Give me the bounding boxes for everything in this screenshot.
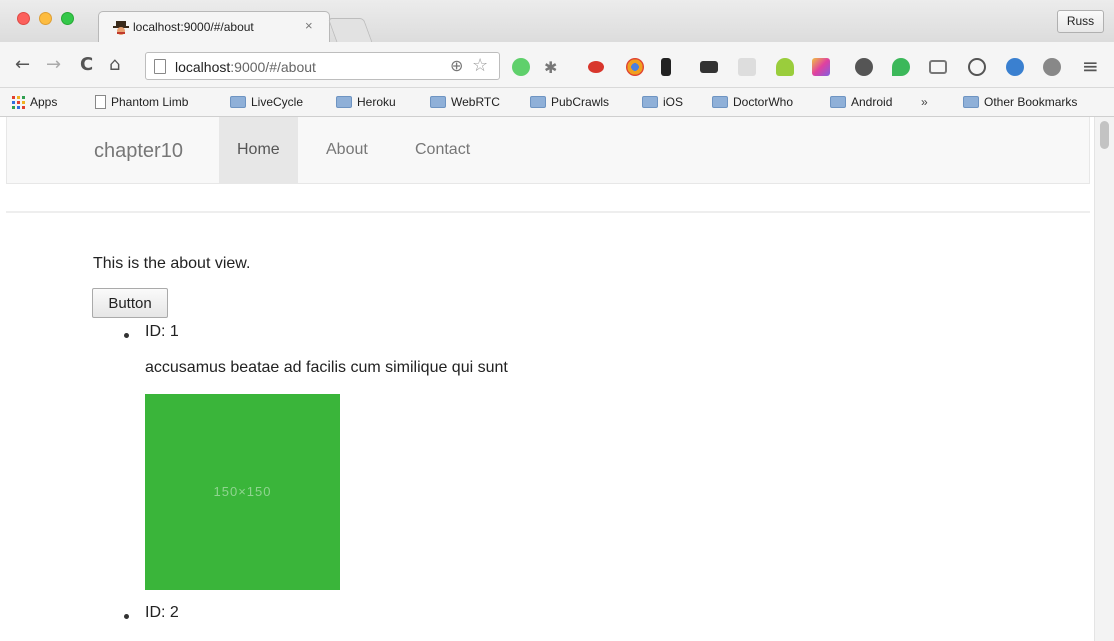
extension-android-icon[interactable] (776, 58, 794, 76)
folder-icon (712, 96, 728, 108)
page-icon (95, 95, 106, 109)
page-button[interactable]: Button (92, 288, 168, 318)
page-scrollbar[interactable] (1094, 117, 1114, 641)
extension-target-icon[interactable] (626, 58, 644, 76)
bookmark-label: LiveCycle (251, 95, 304, 109)
item-description: accusamus beatae ad facilis cum similiqu… (145, 359, 508, 376)
bookmark-label: DoctorWho (733, 95, 794, 109)
page-icon (154, 59, 166, 74)
bookmark-label: iOS (663, 95, 684, 109)
scrollbar-thumb[interactable] (1100, 121, 1109, 149)
menu-icon[interactable]: ≡ (1082, 54, 1099, 78)
minimize-window-button[interactable] (39, 12, 52, 25)
forward-icon[interactable]: → (46, 54, 61, 75)
extension-angular-icon[interactable] (855, 58, 873, 76)
url-text: localhost:9000/#/about (175, 59, 316, 75)
tab-favicon-icon (113, 21, 129, 35)
close-window-button[interactable] (17, 12, 30, 25)
bookmark-folder-heroku[interactable]: Heroku (336, 95, 396, 109)
about-text: This is the about view. (93, 255, 251, 272)
item-id: ID: 1 (145, 323, 179, 340)
bookmark-folder-android[interactable]: Android (830, 95, 892, 109)
bookmark-label: PubCrawls (551, 95, 610, 109)
cast-icon[interactable] (929, 60, 947, 74)
app-navbar: chapter10 Home About Contact (6, 117, 1090, 184)
bookmark-folder-other[interactable]: Other Bookmarks (963, 95, 1077, 109)
divider (6, 211, 1090, 213)
back-icon[interactable]: ← (15, 54, 30, 75)
bookmark-label: Phantom Limb (111, 95, 189, 109)
bookmark-star-icon[interactable]: ☆ (472, 55, 488, 76)
bookmark-folder-pubcrawls[interactable]: PubCrawls (530, 95, 609, 109)
bookmarks-bar: Apps Phantom Limb LiveCycle Heroku WebRT… (0, 88, 1114, 117)
extension-sync-icon[interactable] (968, 58, 986, 76)
folder-icon (430, 96, 446, 108)
extension-terminal-icon[interactable] (700, 61, 718, 73)
address-bar[interactable]: localhost:9000/#/about ⊕ ☆ (145, 52, 500, 80)
nav-link-contact[interactable]: Contact (397, 117, 488, 183)
folder-icon (336, 96, 352, 108)
bookmark-label: Apps (30, 95, 58, 109)
bookmark-folder-webrtc[interactable]: WebRTC (430, 95, 500, 109)
extension-ladybug-icon[interactable] (588, 61, 604, 73)
bookmark-folder-livecycle[interactable]: LiveCycle (230, 95, 303, 109)
folder-icon (642, 96, 658, 108)
extension-phone-icon[interactable] (661, 58, 671, 76)
folder-icon (830, 96, 846, 108)
bookmark-label: Heroku (357, 95, 396, 109)
page-viewport: chapter10 Home About Contact This is the… (0, 117, 1094, 641)
extension-robot-icon[interactable] (512, 58, 530, 76)
title-bar: localhost:9000/#/about × Russ (0, 0, 1114, 42)
extension-gradient-icon[interactable] (812, 58, 830, 76)
bookmark-label: Other Bookmarks (984, 95, 1078, 109)
new-tab-button[interactable] (327, 18, 373, 42)
bookmark-label: WebRTC (451, 95, 500, 109)
bookmark-phantom-limb[interactable]: Phantom Limb (95, 95, 188, 109)
bullet (124, 614, 129, 619)
item-image: 150×150 (145, 394, 340, 590)
bookmark-folder-ios[interactable]: iOS (642, 95, 683, 109)
home-icon[interactable]: ⌂ (109, 54, 120, 75)
tab-close-icon[interactable]: × (305, 18, 313, 33)
bookmark-apps[interactable]: Apps (12, 95, 57, 109)
browser-tab-active[interactable]: localhost:9000/#/about × (98, 11, 330, 42)
zoom-icon[interactable]: ⊕ (450, 56, 463, 75)
reload-icon[interactable]: C (80, 54, 93, 75)
profile-button[interactable]: Russ (1057, 10, 1104, 33)
extension-evernote-icon[interactable] (892, 58, 910, 76)
extension-bug-icon[interactable]: ✱ (544, 58, 562, 77)
extension-anchor-icon[interactable] (1043, 58, 1061, 76)
nav-link-about[interactable]: About (308, 117, 386, 183)
bookmark-folder-doctorwho[interactable]: DoctorWho (712, 95, 793, 109)
extension-in-icon[interactable] (738, 58, 756, 76)
bookmark-label: Android (851, 95, 893, 109)
bookmarks-overflow-icon[interactable]: » (921, 95, 928, 109)
folder-icon (230, 96, 246, 108)
nav-link-home[interactable]: Home (219, 117, 298, 183)
item-id: ID: 2 (145, 604, 179, 621)
zoom-window-button[interactable] (61, 12, 74, 25)
apps-icon (12, 95, 25, 109)
folder-icon (963, 96, 979, 108)
extension-globe-icon[interactable] (1006, 58, 1024, 76)
tab-title: localhost:9000/#/about (133, 20, 254, 34)
image-placeholder-label: 150×150 (213, 484, 272, 499)
bullet (124, 333, 129, 338)
folder-icon (530, 96, 546, 108)
navbar-brand[interactable]: chapter10 (94, 140, 183, 163)
